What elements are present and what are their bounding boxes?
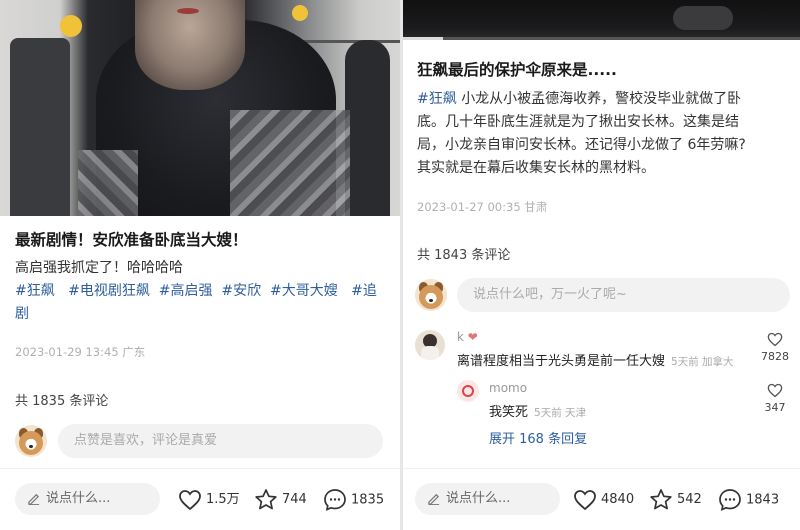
like-count: 4840: [601, 492, 635, 507]
comment-like-count: 7828: [761, 350, 789, 363]
comment-count: 共 1835 条评论: [15, 394, 109, 409]
heart-icon: [179, 489, 201, 510]
comment-icon: [324, 489, 346, 511]
comment-icon: [719, 489, 741, 511]
reply-name[interactable]: momo: [489, 381, 527, 395]
star-count: 744: [282, 492, 307, 507]
like-button[interactable]: 1.5万: [178, 488, 240, 512]
comment-text: 离谱程度相当于光头勇是前一任大嫂 5天前 加拿大: [457, 354, 734, 369]
post-meta: 2023-01-27 00:35 甘肃: [417, 200, 548, 214]
say-label: 说点什么...: [446, 491, 511, 506]
post-text-line1: 小龙从小被孟德海收养，警校没毕业就做了卧: [461, 91, 742, 107]
star-icon: [255, 489, 277, 510]
comment-like-button[interactable]: 7828: [757, 332, 793, 363]
comment-button[interactable]: 1843: [718, 488, 779, 512]
reply-time: 5天前 天津: [534, 407, 587, 419]
post-title: 狂飙最后的保护伞原来是.....: [417, 61, 617, 79]
commenter-avatar[interactable]: [415, 330, 445, 360]
heart-icon: [767, 332, 783, 347]
tag-dage-dasao[interactable]: #大哥大嫂: [270, 283, 338, 299]
pencil-icon: [28, 493, 40, 505]
heart-icon: [574, 489, 596, 510]
post-body: #狂飙 小龙从小被孟德海收养，警校没毕业就做了卧 底。几十年卧底生涯就是为了揪出…: [417, 88, 792, 180]
like-button[interactable]: 4840: [573, 488, 634, 512]
post-meta: 2023-01-29 13:45 广东: [15, 345, 146, 359]
heart-icon: [767, 383, 783, 398]
avatar: [415, 279, 447, 311]
pencil-icon: [428, 493, 440, 505]
post-text-line2: 底。几十年卧底生涯就是为了揪出安长林。这集是结: [417, 114, 739, 130]
tag-kuangbiao[interactable]: #狂飙: [15, 283, 55, 299]
say-input[interactable]: 说点什么...: [15, 483, 160, 515]
comment-button[interactable]: 1835: [323, 488, 384, 512]
post-body: 高启强我抓定了！哈哈哈哈 #狂飙 #电视剧狂飙 #高启强 #安欣 #大哥大嫂 #…: [15, 257, 390, 326]
comment-count-bar: 1835: [351, 492, 385, 508]
reply-like-count: 347: [764, 401, 786, 414]
bottom-bar: 说点什么... 4840 542 1843: [403, 468, 800, 530]
video-progress-bar[interactable]: [403, 37, 800, 40]
tag-gaoqiqiang[interactable]: #高启强: [159, 283, 213, 299]
right-post: 狂飙最后的保护伞原来是..... #狂飙 小龙从小被孟德海收养，警校没毕业就做了…: [403, 0, 800, 530]
screenshot: 最新剧情！安欣准备卧底当大嫂！ 高启强我抓定了！哈哈哈哈 #狂飙 #电视剧狂飙 …: [0, 0, 800, 530]
tag-anxin[interactable]: #安欣: [221, 283, 261, 299]
comment-count: 共 1843 条评论: [417, 248, 511, 263]
video-player[interactable]: [403, 0, 800, 40]
comment-count-bar: 1843: [746, 492, 780, 508]
comment-input[interactable]: 点赞是喜欢，评论是真爱: [58, 424, 383, 458]
like-count: 1.5万: [206, 492, 240, 507]
say-input[interactable]: 说点什么...: [415, 483, 560, 515]
reply-like-button[interactable]: 347: [757, 383, 793, 414]
post-text: 高启强我抓定了！哈哈哈哈: [15, 260, 183, 276]
comment-input[interactable]: 说点什么吧，万一火了呢~: [457, 278, 790, 312]
star-button[interactable]: 542: [649, 488, 702, 512]
post-photo[interactable]: [0, 0, 400, 216]
star-count: 542: [677, 492, 702, 507]
tag-tv-kuangbiao[interactable]: #电视剧狂飙: [68, 283, 150, 299]
left-post: 最新剧情！安欣准备卧底当大嫂！ 高启强我抓定了！哈哈哈哈 #狂飙 #电视剧狂飙 …: [0, 0, 400, 530]
reply-avatar[interactable]: [457, 380, 479, 402]
commenter-name[interactable]: k ❤: [457, 330, 478, 344]
star-icon: [650, 489, 672, 510]
say-label: 说点什么...: [46, 491, 111, 506]
reply-text: 我笑死 5天前 天津: [489, 405, 587, 420]
video-progress-fill: [403, 37, 443, 40]
tag-kuangbiao[interactable]: #狂飙: [417, 91, 457, 107]
post-text-line4: 其实就是在幕后收集安长林的黑材料。: [417, 160, 655, 176]
expand-replies-link[interactable]: 展开 168 条回复: [489, 428, 587, 447]
post-text-line3: 局，小龙亲自审问安长林。还记得小龙做了 6年劳嘛?: [417, 137, 746, 153]
post-title: 最新剧情！安欣准备卧底当大嫂！: [15, 231, 248, 249]
star-button[interactable]: 744: [254, 488, 307, 512]
avatar: [15, 425, 47, 457]
comment-time: 5天前 加拿大: [671, 356, 734, 368]
bottom-bar: 说点什么... 1.5万 744 1835: [0, 468, 400, 530]
